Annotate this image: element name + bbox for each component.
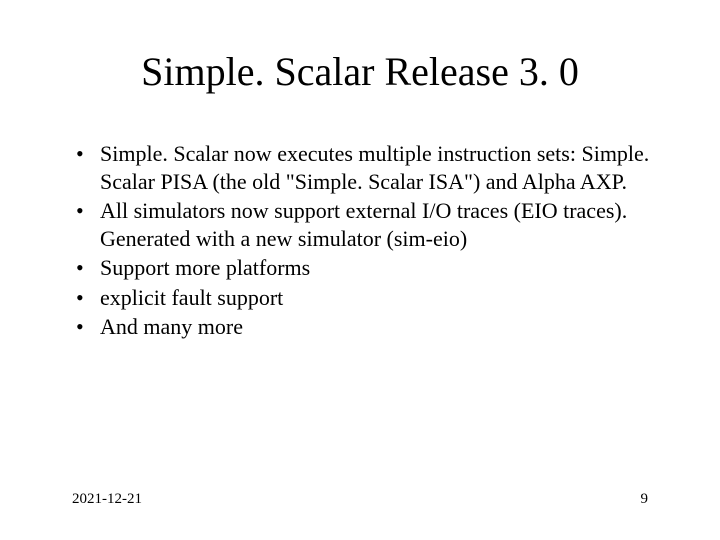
list-item: All simulators now support external I/O … (72, 197, 662, 252)
slide-title: Simple. Scalar Release 3. 0 (0, 48, 720, 95)
list-item: Support more platforms (72, 254, 662, 282)
footer-page-number: 9 (641, 491, 649, 508)
list-item: And many more (72, 313, 662, 341)
list-item: explicit fault support (72, 284, 662, 312)
footer-date: 2021-12-21 (72, 491, 142, 508)
bullet-list: Simple. Scalar now executes multiple ins… (72, 140, 662, 341)
slide: Simple. Scalar Release 3. 0 Simple. Scal… (0, 0, 720, 540)
slide-body: Simple. Scalar now executes multiple ins… (72, 140, 662, 343)
list-item: Simple. Scalar now executes multiple ins… (72, 140, 662, 195)
